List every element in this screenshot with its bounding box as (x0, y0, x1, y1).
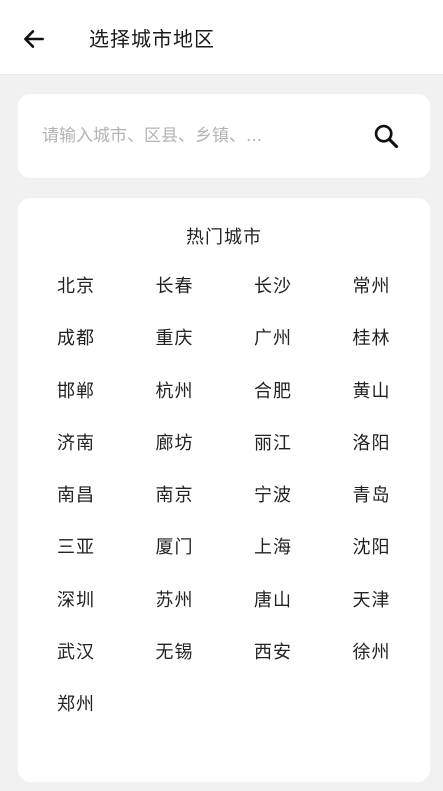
city-item[interactable]: 天津 (332, 588, 431, 640)
search-button[interactable] (368, 118, 404, 154)
hot-cities-title: 热门城市 (186, 227, 262, 248)
city-item[interactable]: 杭州 (135, 379, 234, 431)
city-item[interactable]: 郑州 (36, 692, 135, 744)
arrow-left-icon (24, 30, 44, 48)
page-title: 选择城市地区 (89, 27, 215, 51)
city-item[interactable]: 桂林 (332, 326, 431, 378)
search-input[interactable] (42, 120, 342, 152)
city-item[interactable]: 唐山 (233, 588, 332, 640)
hot-cities-panel: 热门城市 北京 长春 长沙 常州 成都 重庆 广州 桂林 邯郸 杭州 合肥 黄山… (18, 198, 430, 782)
city-item[interactable]: 成都 (36, 326, 135, 378)
city-item[interactable]: 苏州 (135, 588, 234, 640)
city-item[interactable]: 青岛 (332, 483, 431, 535)
search-icon (374, 124, 399, 149)
search-bar (18, 94, 430, 178)
city-item[interactable]: 合肥 (233, 379, 332, 431)
back-button[interactable] (14, 22, 54, 56)
city-item[interactable]: 重庆 (135, 326, 234, 378)
city-item[interactable]: 济南 (36, 431, 135, 483)
city-item[interactable]: 南京 (135, 483, 234, 535)
city-item[interactable]: 西安 (233, 640, 332, 692)
city-item[interactable]: 黄山 (332, 379, 431, 431)
city-item[interactable]: 上海 (233, 535, 332, 587)
city-item[interactable]: 三亚 (36, 535, 135, 587)
city-item[interactable]: 沈阳 (332, 535, 431, 587)
city-item[interactable]: 厦门 (135, 535, 234, 587)
city-item[interactable]: 宁波 (233, 483, 332, 535)
city-item[interactable]: 广州 (233, 326, 332, 378)
city-item[interactable]: 深圳 (36, 588, 135, 640)
city-item[interactable]: 北京 (36, 274, 135, 326)
city-item[interactable]: 洛阳 (332, 431, 431, 483)
city-item[interactable]: 邯郸 (36, 379, 135, 431)
city-item[interactable]: 廊坊 (135, 431, 234, 483)
city-item[interactable]: 长春 (135, 274, 234, 326)
city-item[interactable]: 南昌 (36, 483, 135, 535)
city-item[interactable]: 常州 (332, 274, 431, 326)
city-item[interactable]: 徐州 (332, 640, 431, 692)
city-item[interactable]: 长沙 (233, 274, 332, 326)
hot-cities-grid: 北京 长春 长沙 常州 成都 重庆 广州 桂林 邯郸 杭州 合肥 黄山 济南 廊… (18, 274, 430, 745)
city-item[interactable]: 无锡 (135, 640, 234, 692)
city-item[interactable]: 丽江 (233, 431, 332, 483)
app-header: 选择城市地区 (0, 0, 443, 75)
city-item[interactable]: 武汉 (36, 640, 135, 692)
